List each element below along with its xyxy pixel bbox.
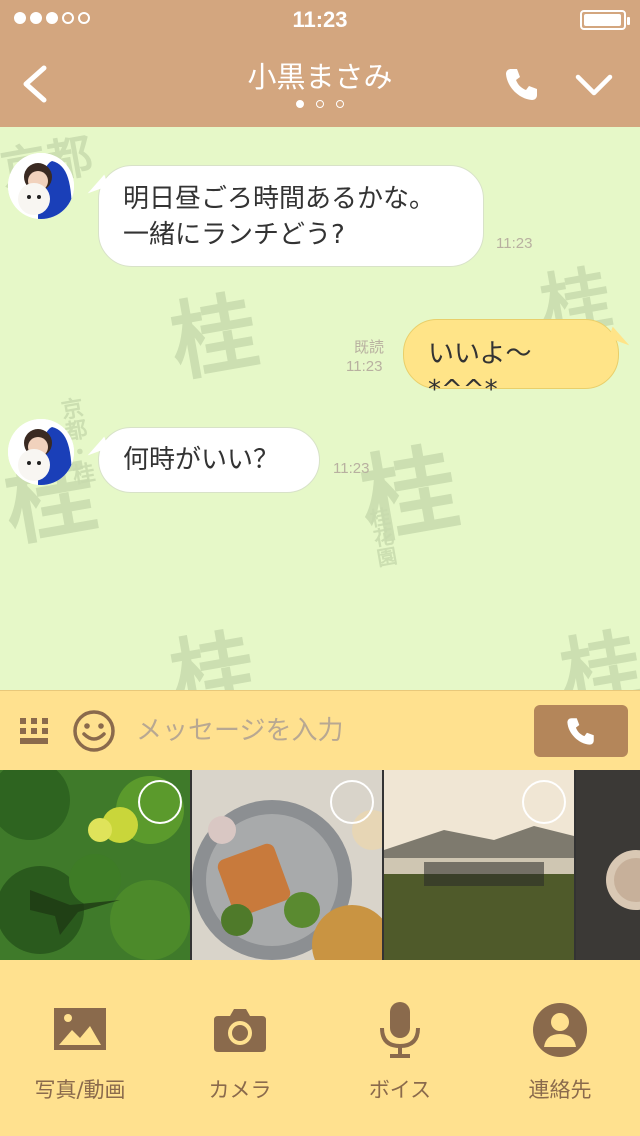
message-text: いいよ〜*^^*	[428, 339, 532, 405]
incoming-message-bubble[interactable]: 何時がいい？	[98, 427, 320, 493]
header: 11:23 小黒まさみ	[0, 0, 640, 127]
status-time: 11:23	[292, 7, 348, 32]
message-input[interactable]	[136, 707, 516, 755]
select-circle[interactable]	[522, 780, 566, 824]
tab-label: ボイス	[368, 1078, 432, 1102]
message-time: 11:23	[333, 460, 370, 477]
message-line: 一緒にランチどう?	[123, 220, 345, 250]
contact-icon	[533, 1003, 587, 1057]
avatar[interactable]	[8, 419, 74, 485]
select-circle[interactable]	[330, 780, 374, 824]
avatar[interactable]	[8, 153, 74, 219]
attachment-tabs: 写真/動画 カメラ ボイス 連絡先	[0, 960, 640, 1136]
phone-icon	[567, 718, 594, 745]
watermark: 桂	[553, 617, 640, 690]
keyboard-icon[interactable]	[18, 715, 50, 747]
photo-thumbnail[interactable]	[0, 770, 190, 960]
battery-icon	[580, 10, 630, 30]
chevron-down-icon[interactable]	[574, 68, 614, 102]
tab-label: 写真/動画	[34, 1078, 126, 1102]
message-text: 何時がいい？	[123, 445, 280, 475]
camera-icon	[214, 1009, 266, 1052]
message-line: 明日昼ごろ時間あるかな。	[123, 184, 436, 214]
chat-screen: 11:23 小黒まさみ 京都 桂 桂 京都・桂 桂 桂 桂花園 桂 桂	[0, 0, 640, 1136]
photo-thumbnail[interactable]	[576, 770, 640, 960]
microphone-icon	[380, 1002, 420, 1058]
chat-area[interactable]: 京都 桂 桂 京都・桂 桂 桂 桂花園 桂 桂 明日昼ごろ時間あるかな。 一緒に…	[0, 127, 640, 690]
incoming-message-bubble[interactable]: 明日昼ごろ時間あるかな。 一緒にランチどう?	[98, 165, 484, 267]
tab-label: 連絡先	[528, 1078, 592, 1102]
read-receipt: 既読	[354, 339, 385, 356]
emoji-icon[interactable]	[72, 709, 116, 753]
page-indicator	[0, 100, 640, 108]
photo-thumbnail[interactable]	[192, 770, 382, 960]
call-button[interactable]	[534, 705, 628, 757]
back-icon[interactable]	[18, 64, 54, 104]
tab-voice[interactable]: ボイス	[320, 960, 480, 1136]
photo-picker	[0, 770, 640, 960]
message-time: 11:23	[496, 235, 533, 252]
contact-name: 小黒まさみ	[247, 60, 393, 94]
image-icon	[54, 1008, 106, 1050]
photo-thumbnail[interactable]	[384, 770, 574, 960]
tab-contacts[interactable]: 連絡先	[480, 960, 640, 1136]
tab-label: カメラ	[208, 1078, 272, 1102]
phone-icon[interactable]	[502, 64, 542, 104]
tab-photo-video[interactable]: 写真/動画	[0, 960, 160, 1136]
watermark: 桂	[163, 280, 266, 395]
message-time: 11:23	[346, 358, 383, 375]
status-bar: 11:23	[0, 0, 640, 40]
message-input-bar	[0, 690, 640, 770]
outgoing-message-bubble[interactable]: いいよ〜*^^*	[403, 319, 619, 405]
select-circle[interactable]	[138, 780, 182, 824]
watermark: 桂	[352, 430, 467, 559]
tab-camera[interactable]: カメラ	[160, 960, 320, 1136]
watermark: 桂	[163, 617, 264, 690]
